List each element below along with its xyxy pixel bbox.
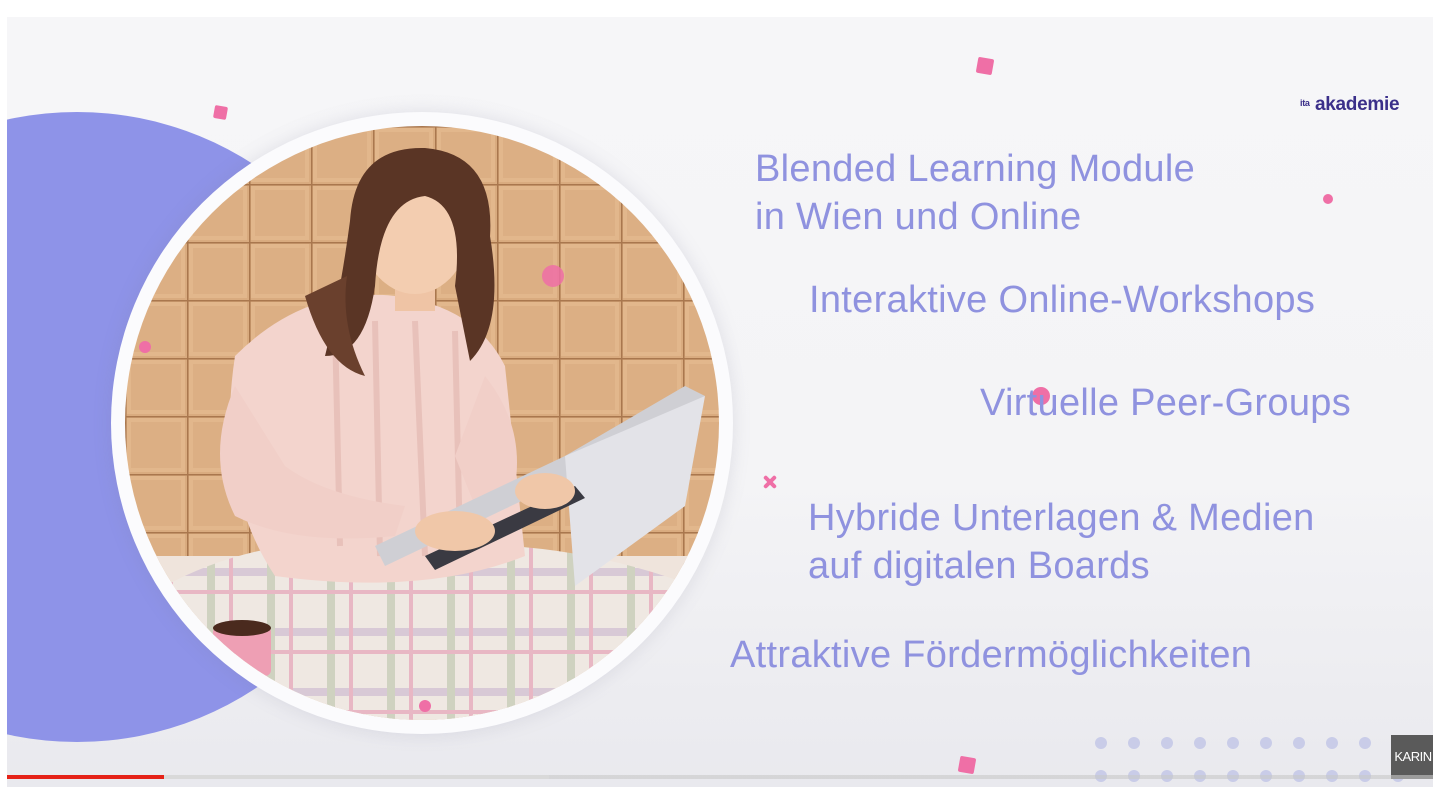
video-progress-bar[interactable] (7, 775, 1433, 779)
headline-line: Virtuelle Peer-Groups (980, 382, 1351, 424)
headline-blended-learning: Blended Learning Module in Wien und Onli… (755, 145, 1195, 241)
headline-peer-groups: Virtuelle Peer-Groups (980, 379, 1351, 427)
decorative-dot (1095, 737, 1107, 749)
decorative-dot (1326, 737, 1338, 749)
confetti-square (975, 56, 995, 76)
headline-online-workshops: Interaktive Online-Workshops (809, 276, 1315, 324)
decorative-dot (1194, 737, 1206, 749)
headline-hybrid-materials: Hybride Unterlagen & Medien auf digitale… (808, 494, 1315, 590)
confetti-dot (542, 265, 564, 287)
confetti-square (212, 104, 229, 121)
confetti-square (957, 755, 977, 775)
video-slide[interactable]: ita akademie Blended Learning Module in W… (7, 17, 1433, 787)
headline-line: Attraktive Fördermöglichkeiten (730, 634, 1253, 676)
confetti-dot (1323, 194, 1333, 204)
decorative-dot (1161, 737, 1173, 749)
channel-watermark[interactable]: KARIN (1391, 735, 1433, 779)
progress-played (7, 775, 164, 779)
decorative-dot (1359, 737, 1371, 749)
headline-line: Interaktive Online-Workshops (809, 279, 1316, 321)
headline-funding: Attraktive Fördermöglichkeiten (730, 631, 1252, 679)
confetti-dot (139, 341, 151, 353)
confetti-dot (419, 700, 431, 712)
headline-line: Hybride Unterlagen & Medien (808, 497, 1315, 539)
brand-logo: ita akademie (1300, 94, 1400, 116)
decorative-dot (1128, 737, 1140, 749)
decorative-dot (1260, 737, 1272, 749)
decorative-dot (1227, 737, 1239, 749)
logo-text: akademie (1315, 94, 1400, 115)
logo-mark: ita (1300, 98, 1310, 108)
headline-line: Blended Learning Module (755, 148, 1196, 190)
headline-line: auf digitalen Boards (808, 545, 1150, 587)
decorative-dot (1293, 737, 1305, 749)
photo-woman-with-laptop (125, 126, 719, 720)
headline-line: in Wien und Online (755, 196, 1082, 238)
